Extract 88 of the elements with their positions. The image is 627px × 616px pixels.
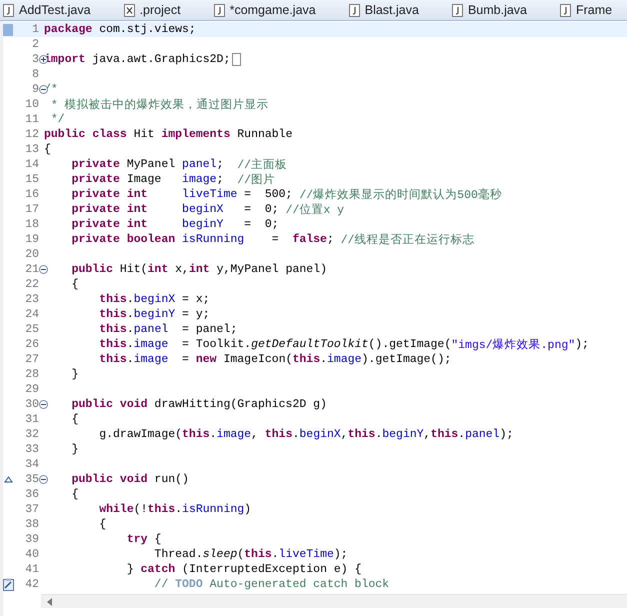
line-number: 16	[25, 188, 39, 201]
code-line: private int beginY = 0;	[70, 218, 279, 231]
code-line: private MyPanel panel; //主面板	[70, 157, 288, 172]
collapse-icon[interactable]	[39, 85, 48, 94]
line-number: 33	[25, 443, 39, 456]
code-line: }	[70, 368, 79, 381]
code-line: public class Hit implements Runnable	[44, 128, 292, 141]
java-file-icon	[560, 4, 571, 16]
line-number: 9	[32, 83, 39, 96]
code-line: {	[70, 488, 79, 501]
line-number: 14	[25, 158, 39, 171]
line-number: 24	[25, 308, 39, 321]
line-number: 2	[32, 38, 39, 51]
code-line: this.beginY = y;	[98, 308, 210, 321]
line-number: 13	[25, 143, 39, 156]
line-number: 19	[25, 233, 39, 246]
code-line: this.panel = panel;	[98, 323, 238, 336]
line-number: 11	[25, 113, 39, 126]
xml-file-icon	[124, 4, 135, 16]
line-number: 3	[32, 53, 39, 66]
editor-tab[interactable]: Blast.java	[346, 0, 449, 20]
line-number: 21	[25, 263, 39, 276]
line-number: 40	[25, 548, 39, 561]
code-line: } catch (InterruptedException e) {	[126, 563, 362, 576]
code-line: Thread.sleep(this.liveTime);	[153, 548, 348, 561]
line-number: 39	[25, 533, 39, 546]
line-number: 1	[32, 23, 39, 36]
java-file-icon	[3, 4, 14, 16]
editor-tab[interactable]: *comgame.java	[210, 0, 346, 20]
left-arrow-icon[interactable]	[47, 598, 53, 606]
line-number: 28	[25, 368, 39, 381]
java-file-icon	[452, 4, 463, 16]
code-line: private Image image; //图片	[70, 172, 276, 187]
code-line: this.beginX = x;	[98, 293, 210, 306]
code-line: while(!this.isRunning)	[98, 503, 252, 516]
code-line: */	[50, 113, 65, 126]
code-line: * 模拟被击中的爆炸效果，通过图片显示	[50, 98, 269, 112]
code-line: package com.stj.views;	[44, 23, 196, 36]
line-number: 36	[25, 488, 39, 501]
line-number: 37	[25, 503, 39, 516]
java-file-icon	[348, 4, 360, 16]
code-line: {	[98, 518, 106, 531]
line-number: 25	[25, 323, 39, 336]
line-number: 38	[25, 518, 39, 531]
code-line: {	[44, 143, 51, 156]
line-number: 8	[32, 68, 39, 81]
code-line: private int beginX = 0; //位置x y	[70, 202, 344, 217]
code-line: }	[70, 443, 79, 456]
line-number: 34	[25, 458, 39, 471]
line-number: 22	[25, 278, 39, 291]
line-number: 20	[25, 248, 39, 261]
code-line: // TODO Auto-generated catch block	[153, 578, 390, 591]
line-number: 12	[25, 128, 39, 141]
line-number: 30	[25, 398, 39, 411]
code-line: {	[70, 278, 79, 291]
editor-tab[interactable]: AddTest.java	[0, 0, 121, 20]
line-number: 42	[25, 578, 39, 591]
collapse-icon[interactable]	[39, 475, 48, 484]
line-number: 32	[25, 428, 39, 441]
line-number: 35	[25, 473, 39, 486]
line-number: 10	[25, 98, 39, 111]
code-line: public void drawHitting(Graphics2D g)	[70, 398, 327, 411]
java-file-icon	[214, 4, 225, 16]
line-number: 41	[25, 563, 39, 576]
code-line: {	[70, 413, 79, 426]
code-line: public Hit(int x,int y,MyPanel panel)	[70, 263, 328, 276]
editor-tab[interactable]: .project	[120, 0, 211, 20]
code-line: this.image = new ImageIcon(this.image).getImage();	[98, 353, 452, 366]
collapse-icon[interactable]	[39, 400, 48, 409]
line-number: 18	[25, 218, 39, 231]
code-line: this.image = Toolkit.getDefaultToolkit().getImage("imgs/爆炸效果.png");	[98, 337, 589, 352]
line-number: 17	[25, 203, 39, 216]
code-line: try {	[126, 533, 162, 546]
editor-tab[interactable]: Frame	[557, 0, 612, 20]
horizontal-scrollbar[interactable]	[41, 594, 627, 608]
line-number: 26	[25, 338, 39, 351]
code-line: private boolean isRunning = false; //线程是否正在运行标志	[70, 232, 475, 247]
code-line: private int liveTime = 500; //爆炸效果显示的时间默认为500毫秒	[70, 187, 502, 202]
code-line: g.drawImage(this.image, this.beginX,this.beginY,this.panel);	[98, 428, 514, 441]
line-number: 31	[25, 413, 39, 426]
collapse-icon[interactable]	[39, 265, 48, 274]
line-number: 29	[25, 383, 39, 396]
code-line: import java.awt.Graphics2D;	[44, 53, 242, 66]
line-number: 27	[25, 353, 39, 366]
editor-tab[interactable]: Bumb.java	[448, 0, 557, 20]
line-number: 15	[25, 173, 39, 186]
line-number: 23	[25, 293, 39, 306]
code-line: public void run()	[70, 473, 189, 486]
